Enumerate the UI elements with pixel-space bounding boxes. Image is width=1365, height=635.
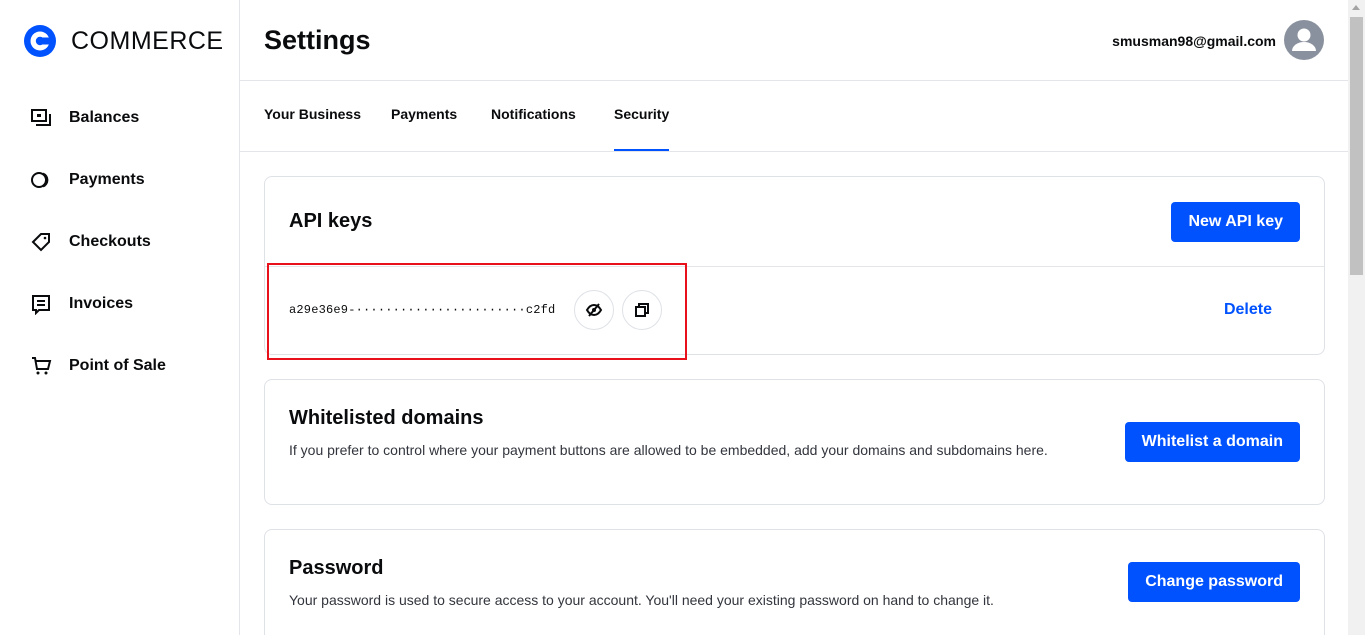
scroll-up-arrow-icon[interactable] bbox=[1352, 5, 1360, 10]
brand-name: COMMERCE bbox=[71, 26, 224, 55]
balances-icon bbox=[31, 109, 51, 126]
scroll-thumb[interactable] bbox=[1350, 17, 1363, 275]
payments-icon bbox=[31, 172, 49, 188]
whitelist-domain-button[interactable]: Whitelist a domain bbox=[1124, 422, 1300, 462]
user-email[interactable]: smusman98@gmail.com bbox=[1112, 33, 1276, 49]
coinbase-logo-icon bbox=[24, 25, 56, 57]
sidebar-item-balances[interactable]: Balances bbox=[0, 95, 239, 141]
whitelist-description: If you prefer to control where your paym… bbox=[289, 442, 1048, 458]
sidebar-item-point-of-sale[interactable]: Point of Sale bbox=[0, 343, 239, 389]
settings-tabs: Your Business Payments Notifications Sec… bbox=[240, 81, 1348, 152]
avatar[interactable] bbox=[1284, 20, 1324, 60]
page-header: Settings smusman98@gmail.com bbox=[240, 0, 1348, 81]
whitelist-title: Whitelisted domains bbox=[289, 407, 484, 429]
change-password-button[interactable]: Change password bbox=[1128, 562, 1300, 602]
tab-security[interactable]: Security bbox=[614, 106, 670, 151]
sidebar-item-label: Point of Sale bbox=[69, 357, 166, 374]
tab-your-business[interactable]: Your Business bbox=[264, 106, 361, 151]
sidebar-item-label: Invoices bbox=[69, 295, 134, 312]
sidebar-item-payments[interactable]: Payments bbox=[0, 157, 239, 203]
brand[interactable]: COMMERCE bbox=[24, 25, 224, 57]
invoice-icon bbox=[32, 295, 50, 315]
sidebar-item-checkouts[interactable]: Checkouts bbox=[0, 219, 239, 265]
scrollbar[interactable] bbox=[1348, 0, 1365, 635]
api-keys-title: API keys bbox=[289, 210, 373, 232]
sidebar-item-label: Payments bbox=[69, 171, 145, 188]
cart-icon bbox=[32, 357, 52, 375]
password-card: Password Your password is used to secure… bbox=[264, 529, 1325, 635]
tab-payments[interactable]: Payments bbox=[391, 106, 457, 151]
tag-icon bbox=[31, 233, 50, 252]
sidebar-item-label: Checkouts bbox=[69, 233, 151, 250]
user-avatar-icon bbox=[1292, 28, 1316, 51]
password-title: Password bbox=[289, 557, 384, 579]
sidebar-item-label: Balances bbox=[69, 109, 140, 126]
whitelisted-domains-card: Whitelisted domains If you prefer to con… bbox=[264, 379, 1325, 505]
new-api-key-button[interactable]: New API key bbox=[1171, 202, 1300, 242]
page-title: Settings bbox=[264, 25, 371, 55]
sidebar: COMMERCE Balances Payments Checkouts Inv… bbox=[0, 0, 240, 635]
tab-notifications[interactable]: Notifications bbox=[491, 106, 576, 151]
password-description: Your password is used to secure access t… bbox=[289, 592, 994, 608]
delete-api-key-link[interactable]: Delete bbox=[1224, 301, 1272, 319]
sidebar-item-invoices[interactable]: Invoices bbox=[0, 281, 239, 327]
sidebar-nav: Balances Payments Checkouts Invoices Poi… bbox=[0, 95, 239, 405]
highlight-box bbox=[267, 263, 687, 360]
app: COMMERCE Balances Payments Checkouts Inv… bbox=[0, 0, 1365, 635]
